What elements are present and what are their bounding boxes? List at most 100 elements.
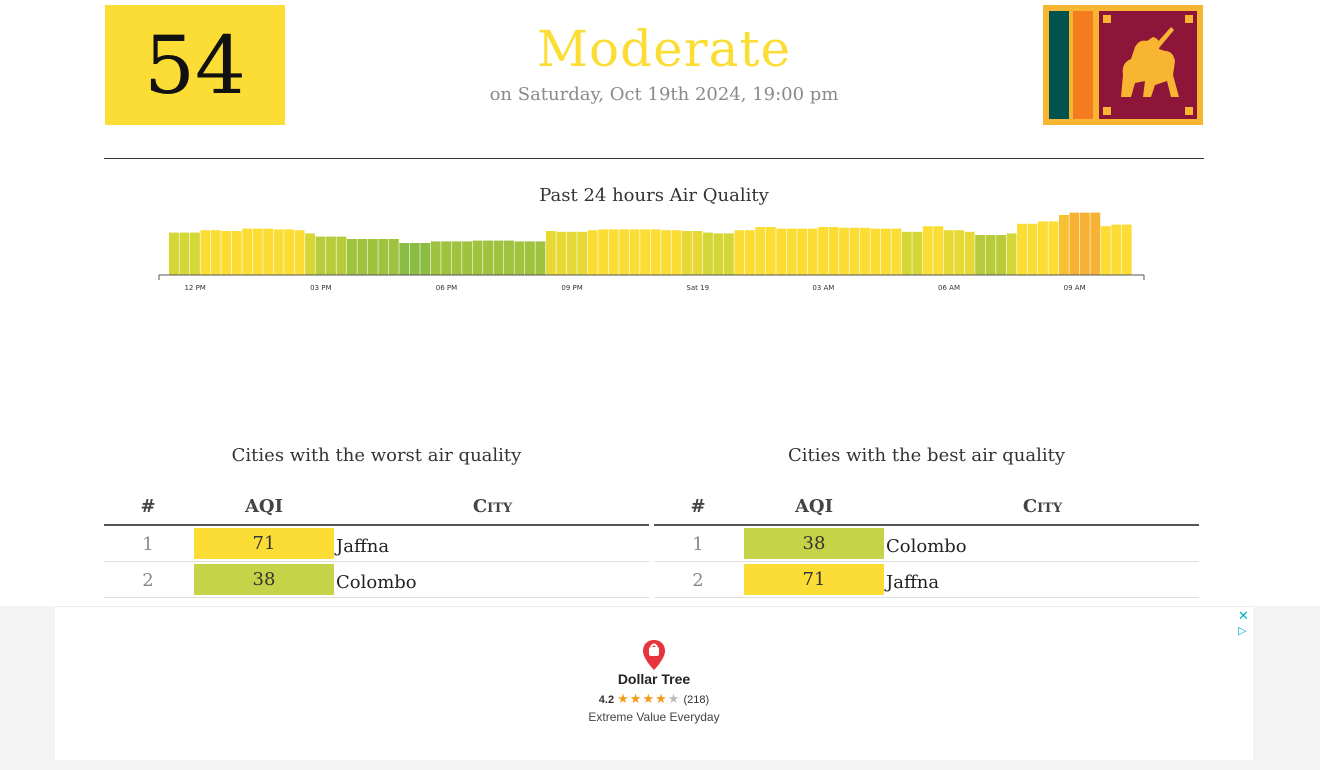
chart-bar[interactable] [985, 235, 996, 275]
chart-bar[interactable] [922, 226, 933, 275]
chart-bar[interactable] [221, 231, 232, 275]
chart-bar[interactable] [273, 229, 284, 275]
chart-bar[interactable] [671, 230, 682, 275]
chart-bar[interactable] [294, 230, 305, 275]
chart-bar[interactable] [839, 227, 849, 275]
chart-bar[interactable] [744, 230, 755, 275]
chart-bar[interactable] [556, 231, 567, 275]
chart-bar[interactable] [357, 239, 368, 275]
chart-bar[interactable] [1079, 212, 1090, 275]
chart-bar[interactable] [462, 241, 473, 275]
chart-bar[interactable] [514, 241, 525, 275]
row-city-link[interactable]: Jaffna [336, 536, 389, 557]
chart-bar[interactable] [682, 231, 692, 275]
chart-bar[interactable] [451, 241, 462, 275]
chart-bar[interactable] [472, 240, 483, 275]
chart-bar[interactable] [734, 230, 745, 275]
chart-bar[interactable] [713, 233, 724, 275]
chart-bar[interactable] [964, 231, 975, 275]
chart-bar[interactable] [818, 227, 829, 275]
chart-bar[interactable] [629, 229, 640, 275]
chart-bar[interactable] [200, 230, 211, 275]
chart-bar[interactable] [1121, 224, 1132, 275]
chart-bar[interactable] [996, 235, 1006, 275]
chart-bar[interactable] [504, 240, 514, 275]
chart-bar[interactable] [755, 227, 766, 275]
chart-bar[interactable] [252, 228, 263, 275]
chart-bar[interactable] [786, 228, 797, 275]
chart-bar[interactable] [378, 239, 389, 275]
chart-bar[interactable] [1069, 212, 1080, 275]
close-icon[interactable]: ✕ [1238, 609, 1249, 624]
chart-bar[interactable] [723, 233, 734, 275]
chart-bar[interactable] [1090, 212, 1101, 275]
chart-bar[interactable] [692, 231, 703, 275]
chart-bar[interactable] [828, 227, 839, 275]
adchoices-icon[interactable]: ▷ [1238, 624, 1246, 637]
chart-bar[interactable] [315, 236, 326, 275]
chart-bar[interactable] [493, 240, 504, 275]
chart-bar[interactable] [367, 239, 378, 275]
chart-bar[interactable] [943, 230, 954, 275]
chart-bar[interactable] [1006, 233, 1017, 275]
chart-bar[interactable] [1111, 224, 1122, 275]
chart-bar[interactable] [776, 228, 787, 275]
chart-bar[interactable] [661, 230, 671, 275]
chart-bar[interactable] [483, 240, 493, 275]
chart-bar[interactable] [577, 231, 588, 275]
chart-bar[interactable] [326, 236, 336, 275]
chart-bar[interactable] [640, 229, 651, 275]
chart-bar[interactable] [587, 230, 598, 275]
chart-bar[interactable] [891, 228, 902, 275]
chart-bar[interactable] [933, 226, 944, 275]
chart-bar[interactable] [849, 227, 860, 275]
chart-bar[interactable] [650, 229, 661, 275]
chart-bar[interactable] [242, 228, 253, 275]
chart-bar[interactable] [399, 243, 410, 275]
chart-bar[interactable] [912, 231, 923, 275]
chart-bar[interactable] [807, 228, 818, 275]
row-city-link[interactable]: Jaffna [886, 572, 939, 593]
chart-bar[interactable] [880, 228, 891, 275]
chart-bar[interactable] [409, 243, 420, 275]
chart-bar[interactable] [231, 231, 242, 275]
chart-bar[interactable] [284, 229, 295, 275]
chart-bar[interactable] [702, 232, 713, 275]
row-city-link[interactable]: Colombo [886, 536, 967, 557]
chart-bar[interactable] [189, 232, 200, 275]
chart-bar[interactable] [860, 227, 870, 275]
chart-bar[interactable] [169, 232, 179, 275]
chart-bar[interactable] [535, 241, 546, 275]
chart-bar[interactable] [545, 231, 556, 275]
chart-bar[interactable] [797, 228, 808, 275]
row-city-link[interactable]: Colombo [336, 572, 417, 593]
chart-bar[interactable] [263, 228, 274, 275]
chart-bar[interactable] [388, 239, 399, 275]
chart-bar[interactable] [420, 243, 431, 275]
chart-bar[interactable] [441, 241, 452, 275]
chart-bar[interactable] [346, 239, 357, 275]
chart-bar[interactable] [305, 233, 315, 275]
chart-bar[interactable] [1058, 215, 1069, 275]
chart-bar[interactable] [1027, 223, 1038, 275]
chart-bar[interactable] [901, 231, 912, 275]
chart-bar[interactable] [1100, 226, 1111, 275]
chart-bar[interactable] [566, 231, 577, 275]
chart-bar[interactable] [619, 229, 630, 275]
table-row: 2 38 Colombo [104, 562, 649, 598]
chart-bar[interactable] [524, 241, 535, 275]
chart-bar[interactable] [210, 230, 221, 275]
chart-bar[interactable] [975, 235, 986, 275]
chart-bar[interactable] [598, 229, 609, 275]
chart-bar[interactable] [1017, 223, 1027, 275]
chart-bar[interactable] [430, 241, 441, 275]
ad-business-name[interactable]: Dollar Tree [554, 671, 754, 687]
chart-bar[interactable] [765, 227, 776, 275]
chart-bar[interactable] [870, 228, 881, 275]
chart-bar[interactable] [1038, 221, 1048, 275]
chart-bar[interactable] [954, 230, 965, 275]
chart-bar[interactable] [608, 229, 619, 275]
chart-bar[interactable] [179, 232, 190, 275]
chart-bar[interactable] [1048, 221, 1059, 275]
chart-bar[interactable] [336, 236, 347, 275]
